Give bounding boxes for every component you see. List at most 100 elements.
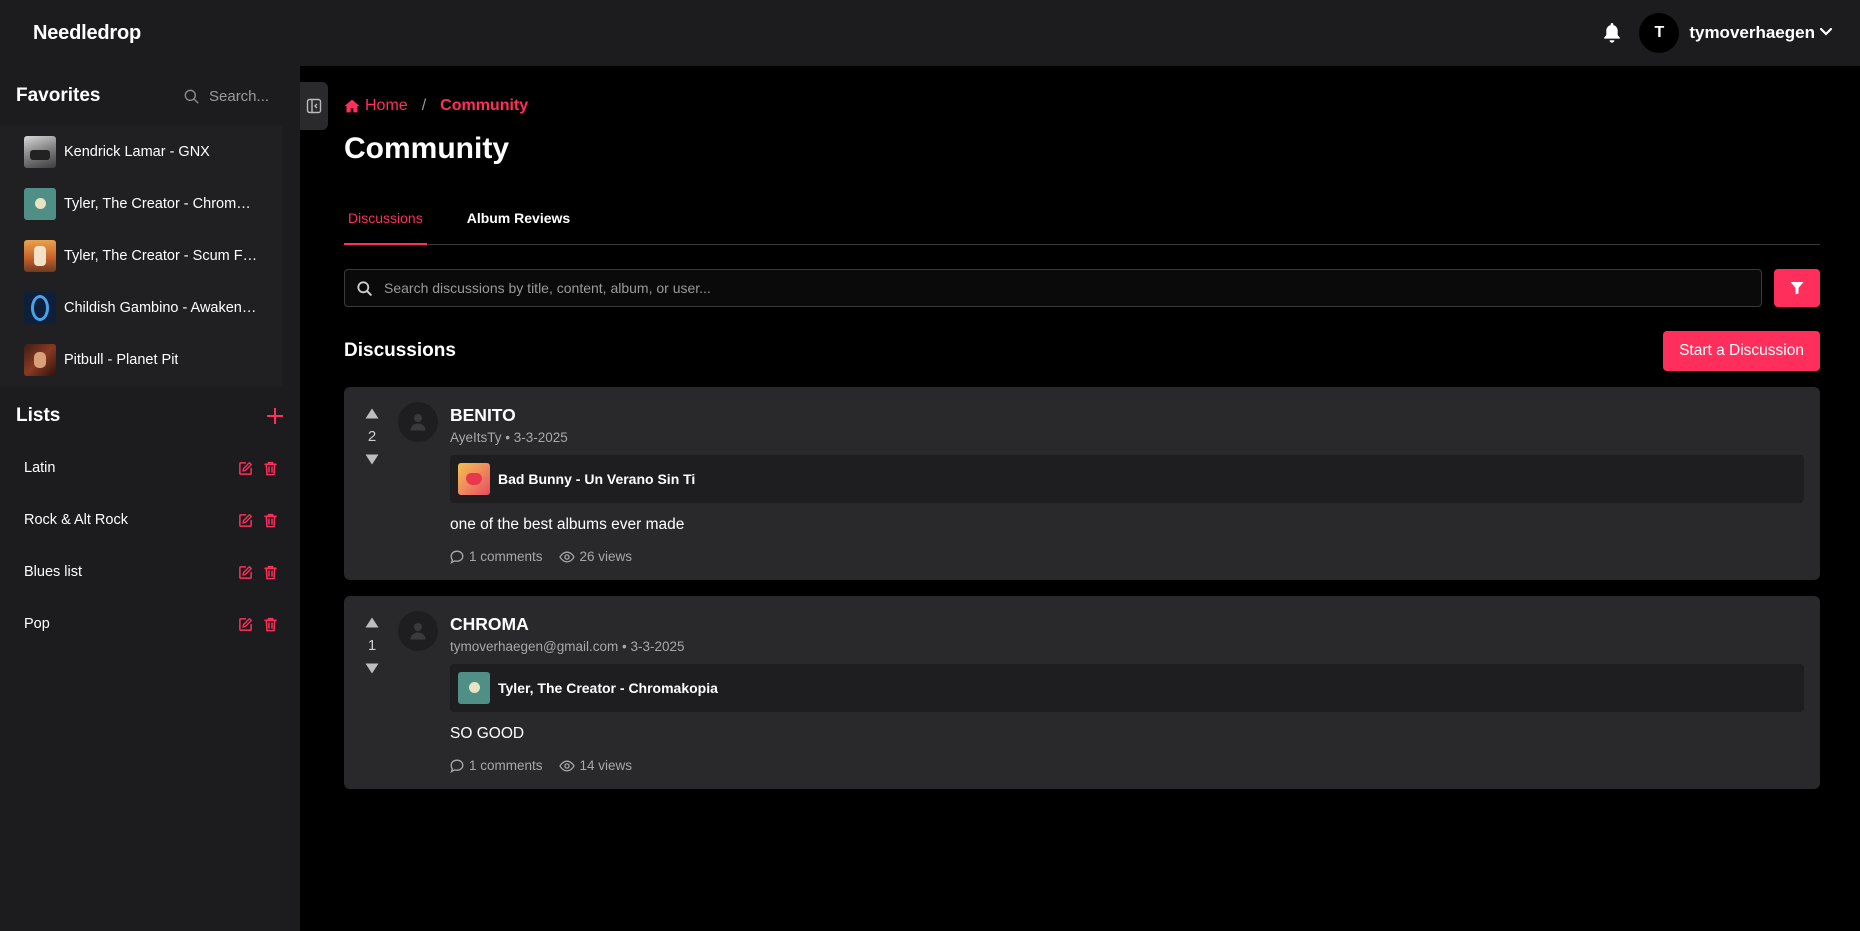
tab-album-reviews[interactable]: Album Reviews (463, 192, 574, 244)
discussion-stats: 1 comments 26 views (450, 549, 1804, 564)
discussion-search-input[interactable]: Search discussions by title, content, al… (344, 269, 1762, 307)
user-avatar[interactable]: T (1639, 13, 1680, 53)
comments-stat[interactable]: 1 comments (450, 549, 543, 564)
trash-icon[interactable] (262, 564, 278, 580)
favorites-header: Favorites Search... (0, 66, 300, 126)
list-actions (237, 616, 278, 632)
list-label: Blues list (24, 564, 83, 580)
eye-icon (558, 760, 575, 771)
album-cover-gnx (24, 136, 56, 168)
views-count: 26 views (579, 549, 633, 564)
trash-icon[interactable] (262, 616, 278, 632)
filter-button[interactable] (1774, 269, 1820, 307)
vote-count: 1 (367, 637, 377, 654)
discussion-search-placeholder: Search discussions by title, content, al… (384, 280, 711, 296)
trash-icon[interactable] (262, 512, 278, 528)
favorite-item[interactable]: Tyler, The Creator - Scum Fuck ... (0, 230, 282, 282)
collapse-sidebar-button[interactable] (300, 82, 328, 130)
chevron-down-icon[interactable] (1819, 24, 1833, 42)
user-icon (410, 623, 426, 640)
upvote-icon[interactable] (365, 408, 379, 419)
vote-count: 2 (367, 428, 377, 445)
comments-stat[interactable]: 1 comments (450, 758, 543, 773)
views-count: 14 views (579, 758, 633, 773)
add-list-icon[interactable] (266, 407, 284, 425)
views-stat: 14 views (558, 758, 633, 773)
username[interactable]: tymoverhaegen (1689, 23, 1815, 43)
discussion-card[interactable]: 1 CHROMA tymoverhaegen@gmail.com • 3-3-2… (344, 596, 1820, 789)
favorite-label: Kendrick Lamar - GNX (64, 144, 210, 160)
search-row: Search discussions by title, content, al… (344, 269, 1820, 307)
favorite-item[interactable]: Childish Gambino - Awaken, M... (0, 282, 282, 334)
comments-count: 1 comments (469, 549, 543, 564)
search-icon (357, 280, 372, 296)
album-chip-label: Bad Bunny - Un Verano Sin Ti (498, 471, 696, 487)
page-title: Community (344, 132, 509, 165)
search-icon (184, 89, 199, 103)
list-label: Pop (24, 616, 50, 632)
eye-icon (558, 551, 575, 562)
vote-control: 2 (360, 402, 384, 564)
album-cover-planet-pit (24, 344, 56, 376)
author-avatar (398, 402, 438, 442)
main-content: Home / Community Community Discussions A… (344, 66, 1820, 789)
album-cover-scum-fuck (24, 240, 56, 272)
edit-icon[interactable] (237, 460, 253, 476)
sidebar: Favorites Search... Kendrick Lamar - GNX… (0, 66, 300, 931)
album-cover-chromakopia (458, 672, 490, 704)
vote-control: 1 (360, 611, 384, 773)
tab-bar: Discussions Album Reviews (344, 192, 1820, 245)
card-body: BENITO AyeItsTy • 3-3-2025 Bad Bunny - U… (450, 402, 1804, 564)
filter-icon (1790, 282, 1804, 295)
list-item[interactable]: Latin (0, 442, 300, 494)
favorite-item[interactable]: Pitbull - Planet Pit (0, 334, 282, 386)
downvote-icon[interactable] (365, 663, 379, 674)
list-actions (237, 564, 278, 580)
favorites-title: Favorites (16, 85, 101, 106)
album-chip-label: Tyler, The Creator - Chromakopia (498, 680, 718, 696)
discussion-card[interactable]: 2 BENITO AyeItsTy • 3-3-2025 Bad Bunny -… (344, 387, 1820, 580)
favorite-item[interactable]: Tyler, The Creator - Chromakopia (0, 178, 282, 230)
lists-title: Lists (16, 405, 61, 426)
list-item[interactable]: Pop (0, 598, 300, 650)
discussion-meta: tymoverhaegen@gmail.com • 3-3-2025 (450, 639, 685, 654)
start-discussion-button[interactable]: Start a Discussion (1663, 331, 1820, 371)
discussion-text: one of the best albums ever made (450, 516, 685, 533)
list-label: Rock & Alt Rock (24, 512, 128, 528)
discussions-header: Discussions Start a Discussion (344, 331, 1820, 371)
tab-discussions[interactable]: Discussions (344, 192, 427, 245)
favorite-label: Tyler, The Creator - Scum Fuck ... (64, 248, 258, 264)
favorites-list: Kendrick Lamar - GNX Tyler, The Creator … (0, 126, 282, 386)
comment-icon (450, 759, 464, 773)
list-item[interactable]: Blues list (0, 546, 300, 598)
sidebar-collapse-icon (306, 98, 322, 114)
edit-icon[interactable] (237, 564, 253, 580)
bell-icon[interactable] (1601, 22, 1623, 44)
edit-icon[interactable] (237, 512, 253, 528)
breadcrumb-home-label: Home (365, 97, 408, 114)
top-bar: Needledrop T tymoverhaegen (0, 0, 1860, 66)
album-cover-chromakopia (24, 188, 56, 220)
list-item[interactable]: Rock & Alt Rock (0, 494, 300, 546)
upvote-icon[interactable] (365, 617, 379, 628)
breadcrumb-separator: / (421, 97, 427, 114)
user-icon (410, 414, 426, 431)
favorite-label: Pitbull - Planet Pit (64, 352, 179, 368)
discussion-title[interactable]: CHROMA (450, 614, 1804, 635)
views-stat: 26 views (558, 549, 633, 564)
favorites-search[interactable]: Search... (184, 88, 284, 105)
album-chip[interactable]: Tyler, The Creator - Chromakopia (450, 664, 1804, 712)
favorites-search-placeholder: Search... (209, 87, 270, 105)
edit-icon[interactable] (237, 616, 253, 632)
author-avatar (398, 611, 438, 651)
discussion-title[interactable]: BENITO (450, 405, 1804, 426)
list-label: Latin (24, 460, 56, 476)
album-chip[interactable]: Bad Bunny - Un Verano Sin Ti (450, 455, 1804, 503)
favorite-item[interactable]: Kendrick Lamar - GNX (0, 126, 282, 178)
breadcrumb-home[interactable]: Home (344, 97, 408, 115)
comments-count: 1 comments (469, 758, 543, 773)
album-cover-un-verano (458, 463, 490, 495)
trash-icon[interactable] (262, 460, 278, 476)
brand-logo[interactable]: Needledrop (33, 22, 141, 45)
downvote-icon[interactable] (365, 454, 379, 465)
